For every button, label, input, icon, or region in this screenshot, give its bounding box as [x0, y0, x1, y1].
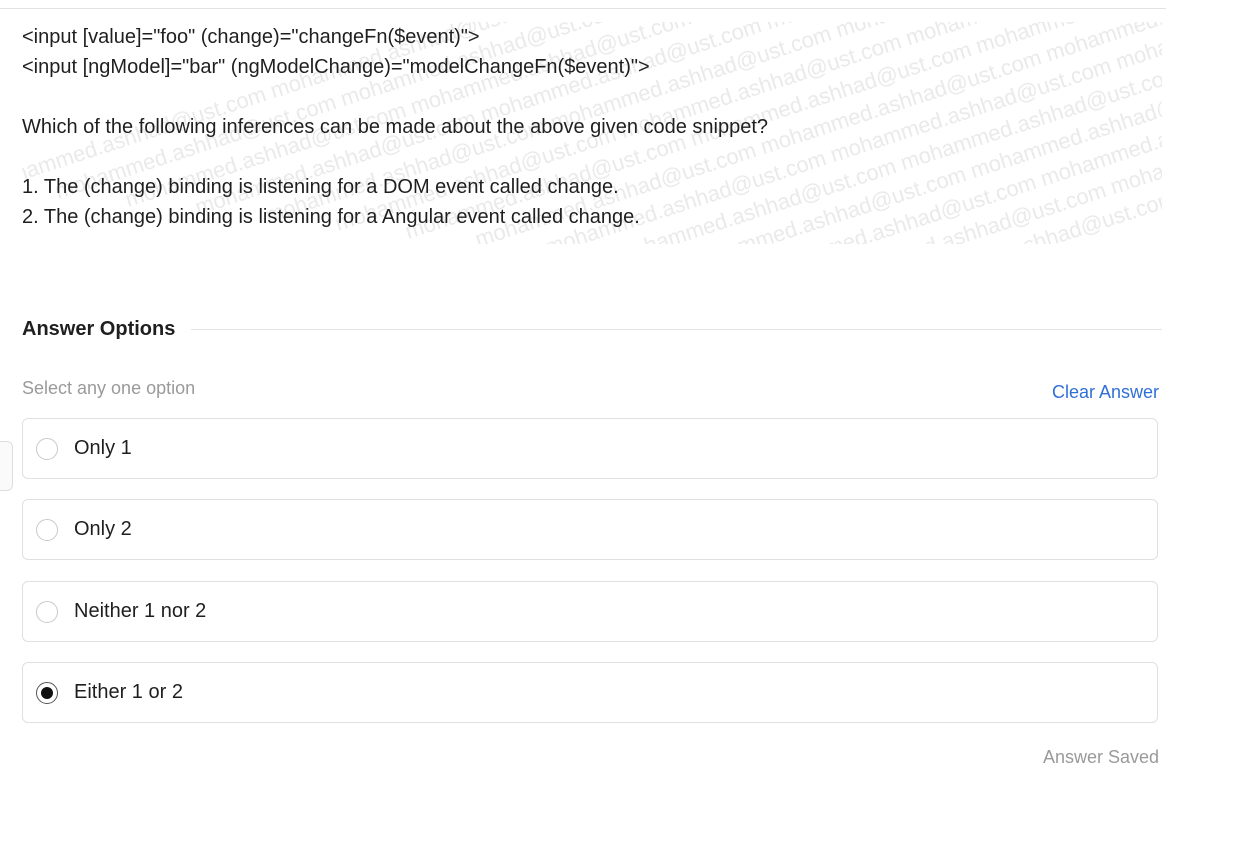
option-either[interactable]: Either 1 or 2 [22, 662, 1158, 723]
option-neither[interactable]: Neither 1 nor 2 [22, 581, 1158, 642]
option-only-1[interactable]: Only 1 [22, 418, 1158, 479]
option-label: Only 2 [74, 518, 132, 540]
option-label: Either 1 or 2 [74, 681, 183, 703]
question-prompt: Which of the following inferences can be… [22, 116, 769, 138]
code-line-2: <input [ngModel]="bar" (ngModelChange)="… [22, 56, 650, 78]
radio-button[interactable] [36, 518, 58, 541]
answer-options-title: Answer Options [22, 317, 176, 340]
option-label: Neither 1 nor 2 [74, 600, 207, 622]
option-only-2[interactable]: Only 2 [22, 499, 1158, 560]
statement-2: 2. The (change) binding is listening for… [22, 206, 640, 228]
option-label: Only 1 [74, 437, 132, 459]
question-panel: mohammed.ashhad@ust.com mohammed.ashhad@… [22, 22, 1162, 244]
code-line-1: <input [value]="foo" (change)="changeFn(… [22, 26, 480, 48]
selection-hint: Select any one option [22, 378, 196, 398]
clear-answer-button[interactable]: Clear Answer [1052, 382, 1159, 403]
radio-button[interactable] [36, 600, 58, 623]
top-divider [0, 8, 1166, 9]
answer-options-header: Answer Options [22, 316, 1162, 342]
radio-selected-dot [41, 686, 53, 699]
statement-1: 1. The (change) binding is listening for… [22, 176, 619, 198]
answer-header-divider [191, 328, 1162, 330]
radio-button-selected[interactable] [36, 681, 58, 704]
radio-button[interactable] [36, 437, 58, 460]
answer-saved-status: Answer Saved [1042, 747, 1159, 767]
side-panel-toggle[interactable] [0, 441, 13, 491]
